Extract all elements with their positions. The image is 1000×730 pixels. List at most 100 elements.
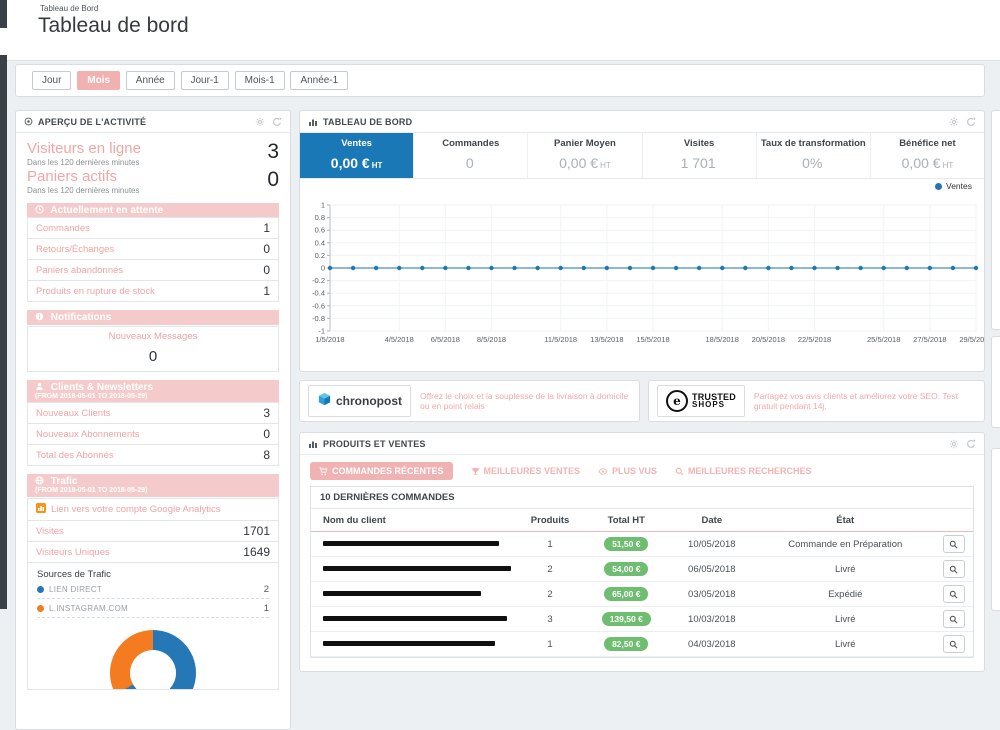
stat-row[interactable]: Commandes 1 xyxy=(27,217,279,239)
col-client: Nom du client xyxy=(311,509,515,532)
stat-value: 1649 xyxy=(243,545,270,559)
svg-text:25/5/2018: 25/5/2018 xyxy=(867,335,900,344)
kpi-cell[interactable]: Ventes 0,00 € HT xyxy=(300,133,414,178)
svg-text:-0.8: -0.8 xyxy=(312,314,325,323)
time-filter-button[interactable]: Mois xyxy=(77,71,121,90)
order-total-badge: 139,50 € xyxy=(601,612,651,626)
gear-icon[interactable] xyxy=(255,117,265,127)
page-header: Tableau de Bord Tableau de bord xyxy=(7,0,1000,60)
products-tab[interactable]: PLUS VUS xyxy=(598,466,657,476)
order-total-badge: 51,50 € xyxy=(604,537,649,551)
time-filter-button[interactable]: Année xyxy=(125,71,175,90)
stat-row[interactable]: Retours/Échanges 0 xyxy=(27,238,279,260)
right-cutoff-panel xyxy=(991,448,1000,611)
svg-text:18/5/2018: 18/5/2018 xyxy=(706,335,739,344)
view-order-button[interactable] xyxy=(942,585,965,603)
gear-icon[interactable] xyxy=(949,117,959,127)
google-analytics-link[interactable]: Lien vers votre compte Google Analytics xyxy=(27,498,279,521)
stat-row[interactable]: Total des Abonnés 8 xyxy=(27,444,279,466)
kpi-label: Visites xyxy=(683,138,715,149)
big-stat-caption: Dans les 120 dernières minutes xyxy=(27,158,140,167)
chronopost-logo: chronopost xyxy=(308,385,411,417)
order-row: 3 139,50 € 10/03/2018 Livré xyxy=(311,606,973,632)
products-tab[interactable]: COMMANDES RÉCENTES xyxy=(310,462,453,480)
stat-row[interactable]: Paniers abandonnés 0 xyxy=(27,259,279,281)
stat-label: Nouveaux Clients xyxy=(36,407,111,419)
trusted-shops-ad-banner[interactable]: e TRUSTED SHOPS Partagez vos avis client… xyxy=(648,380,985,422)
date-range-toolbar: Jour Mois Année Jour-1 Mois-1 Année-1 xyxy=(15,64,985,97)
order-products: 3 xyxy=(515,606,586,632)
products-tab[interactable]: MEILLEURES RECHERCHES xyxy=(675,466,812,476)
collapsed-sidebar[interactable] xyxy=(0,0,7,609)
search-icon xyxy=(675,467,684,476)
time-filter-button[interactable]: Mois-1 xyxy=(234,71,285,90)
recent-orders-table: Nom du client Produits Total HT Date Éta… xyxy=(311,509,973,657)
google-analytics-icon xyxy=(36,503,46,516)
search-icon xyxy=(949,612,958,627)
breadcrumb[interactable]: Tableau de Bord xyxy=(40,4,98,13)
time-filter-button[interactable]: Année-1 xyxy=(290,71,349,90)
stat-value: 0 xyxy=(263,263,270,277)
new-messages-value: 0 xyxy=(148,348,158,365)
stat-row[interactable]: Nouveaux Clients 3 xyxy=(27,402,279,424)
order-status: Livré xyxy=(756,606,935,632)
refresh-icon[interactable] xyxy=(966,439,976,449)
sales-line-chart: 10.80.60.40.20-0.2-0.4-0.6-0.8-11/5/2018… xyxy=(312,201,993,345)
globe-icon xyxy=(35,476,44,485)
source-value: 2 xyxy=(263,584,269,595)
view-order-button[interactable] xyxy=(942,635,965,653)
right-cutoff-panel xyxy=(991,110,1000,330)
kpi-label: Bénéfice net xyxy=(899,138,956,149)
pending-section-header: Actuellement en attente xyxy=(27,203,279,218)
stat-row[interactable]: Produits en rupture de stock 1 xyxy=(27,280,279,302)
refresh-icon[interactable] xyxy=(272,117,282,127)
legend-label: Ventes xyxy=(946,181,972,191)
chronopost-ad-banner[interactable]: chronopost Offrez le choix et la souples… xyxy=(299,380,640,422)
svg-text:-0.4: -0.4 xyxy=(312,289,325,298)
order-status: Commande en Préparation xyxy=(756,531,935,557)
sidebar-active-notch xyxy=(0,28,7,55)
products-tabs: COMMANDES RÉCENTES MEILLEURES VENTES PLU… xyxy=(300,455,984,486)
kpi-row: Ventes 0,00 € HT Commandes 0 Panier Moyen… xyxy=(300,133,984,179)
new-messages-box[interactable]: Nouveaux Messages 0 xyxy=(27,326,279,372)
products-tab[interactable]: MEILLEURES VENTES xyxy=(471,466,580,476)
order-date: 10/05/2018 xyxy=(667,531,757,557)
refresh-icon[interactable] xyxy=(966,117,976,127)
big-stat-label: Visiteurs en ligne xyxy=(27,140,141,157)
stat-value: 0 xyxy=(263,242,270,256)
time-filter-button[interactable]: Jour-1 xyxy=(180,71,229,90)
bar-chart-icon xyxy=(308,439,318,449)
stat-value: 1 xyxy=(263,221,270,235)
clock-icon xyxy=(35,205,44,214)
kpi-cell[interactable]: Bénéfice net 0,00 € HT xyxy=(869,133,984,178)
big-stat-value: 3 xyxy=(267,140,279,163)
svg-text:29/5/2018: 29/5/2018 xyxy=(959,335,984,344)
source-color-dot xyxy=(37,586,44,593)
search-icon xyxy=(949,562,958,577)
kpi-cell[interactable]: Visites 1 701 xyxy=(641,133,756,178)
view-order-button[interactable] xyxy=(942,610,965,628)
order-total-badge: 82,50 € xyxy=(604,637,649,651)
activity-overview-panel: APERÇU DE L'ACTIVITÉ Visiteurs en ligne … xyxy=(15,110,291,730)
stat-label: Nouveaux Abonnements xyxy=(36,428,140,440)
gear-icon[interactable] xyxy=(949,439,959,449)
products-panel-title: PRODUITS ET VENTES xyxy=(323,438,426,449)
new-messages-label: Nouveaux Messages xyxy=(108,331,198,342)
stat-row[interactable]: Nouveaux Abonnements 0 xyxy=(27,423,279,445)
stat-row[interactable]: Visiteurs Uniques 1649 xyxy=(27,541,279,563)
stat-value: 8 xyxy=(263,448,270,462)
time-filter-button[interactable]: Jour xyxy=(32,71,72,90)
source-label: LIEN DIRECT xyxy=(49,585,103,594)
svg-text:1: 1 xyxy=(321,201,325,210)
kpi-cell[interactable]: Panier Moyen 0,00 € HT xyxy=(527,133,641,178)
kpi-label: Commandes xyxy=(442,138,500,149)
stat-value: 1 xyxy=(263,284,270,298)
view-order-button[interactable] xyxy=(942,560,965,578)
col-action xyxy=(934,509,973,532)
trusted-shops-ad-text: Partagez vos avis clients et améliorez v… xyxy=(753,391,958,411)
view-order-button[interactable] xyxy=(942,535,965,553)
kpi-cell[interactable]: Taux de transformation 0% xyxy=(755,133,870,178)
kpi-cell[interactable]: Commandes 0 xyxy=(413,133,527,178)
activity-panel-title: APERÇU DE L'ACTIVITÉ xyxy=(38,116,147,127)
stat-row[interactable]: Visites 1701 xyxy=(27,520,279,542)
